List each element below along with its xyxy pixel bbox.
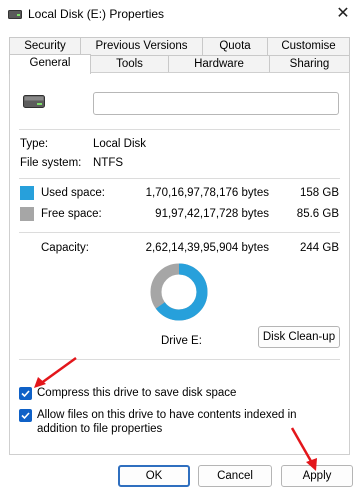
index-label: Allow files on this drive to have conten… [37,409,297,435]
disk-cleanup-button[interactable]: Disk Clean-up [258,326,340,348]
drive-title-icon [8,10,22,19]
used-space-size: 158 GB [300,187,339,199]
ok-button[interactable]: OK [118,465,190,487]
free-space-size: 85.6 GB [296,208,339,220]
file-system-label: File system: [20,157,82,169]
capacity-label: Capacity: [41,242,89,254]
free-space-bytes: 91,97,42,17,728 bytes [155,208,269,220]
tab-hardware[interactable]: Hardware [168,55,270,73]
tab-quota[interactable]: Quota [202,37,268,55]
separator [19,232,340,233]
compress-checkbox[interactable] [19,387,32,400]
apply-button[interactable]: Apply [281,465,353,487]
tab-general[interactable]: General [9,54,91,74]
free-space-label: Free space: [41,208,102,220]
drive-icon [23,95,45,108]
window-title: Local Disk (E:) Properties [28,7,165,21]
tab-customise[interactable]: Customise [267,37,350,55]
file-system-value: NTFS [93,157,124,169]
index-checkbox[interactable] [19,409,32,422]
capacity-bytes: 2,62,14,39,95,904 bytes [145,242,269,254]
tab-previous-versions[interactable]: Previous Versions [80,37,203,55]
free-space-swatch [20,207,34,221]
drive-name-input[interactable] [93,92,339,115]
tab-tools[interactable]: Tools [90,55,169,73]
separator [19,178,340,179]
capacity-size: 244 GB [300,242,339,254]
used-space-swatch [20,186,34,200]
separator [19,129,340,130]
compress-label: Compress this drive to save disk space [37,387,237,399]
type-value: Local Disk [93,138,147,150]
tab-security[interactable]: Security [9,37,81,55]
tab-sharing[interactable]: Sharing [269,55,350,73]
close-icon[interactable]: ✕ [333,4,353,24]
type-label: Type: [20,138,49,150]
cancel-button[interactable]: Cancel [198,465,272,487]
drive-letter-label: Drive E: [161,335,202,347]
used-space-bytes: 1,70,16,97,78,176 bytes [145,187,269,199]
disk-usage-donut [150,263,208,321]
used-space-label: Used space: [41,187,105,199]
separator [19,359,340,360]
